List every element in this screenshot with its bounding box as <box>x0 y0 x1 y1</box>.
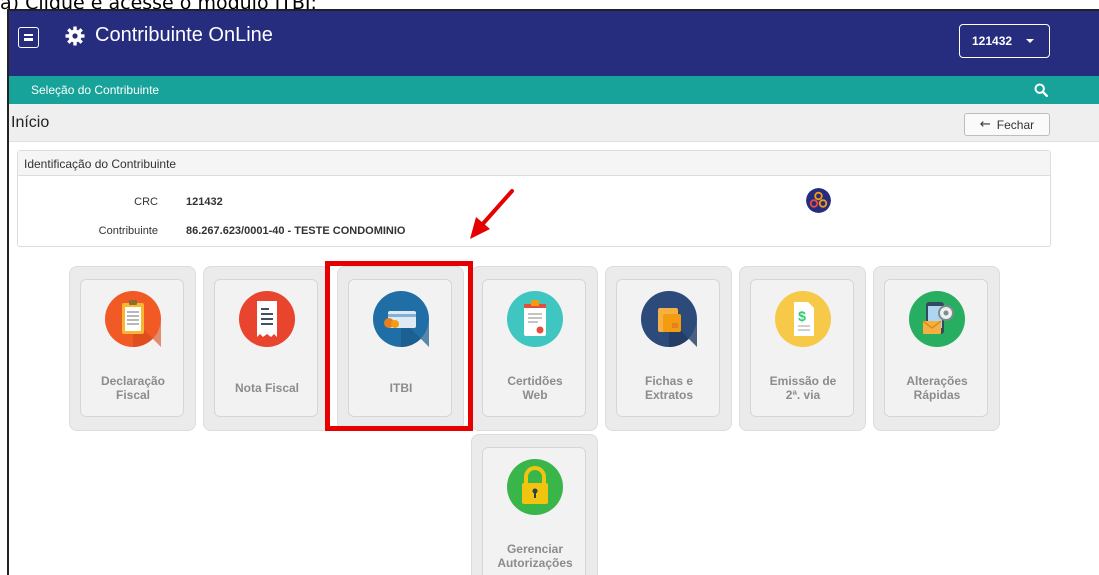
module-label-line2: Fiscal <box>115 388 151 402</box>
module-emissao-2-via[interactable]: $ Emissão de 2ª. via <box>739 266 866 431</box>
taxpayer-identification-panel: Identificação do Contribuinte CRC 121432… <box>17 150 1051 247</box>
module-label-line1: Declaração <box>100 374 166 388</box>
folder-icon <box>641 291 697 347</box>
module-gerenciar-autorizacoes[interactable]: Gerenciar Autorizações <box>471 434 598 575</box>
gear-icon <box>65 26 85 46</box>
taxpayer-value: 86.267.623/0001-40 - TESTE CONDOMINIO <box>186 225 406 237</box>
module-label-line1: Alterações <box>906 374 968 388</box>
user-dropdown[interactable]: 121432 <box>959 24 1050 58</box>
page-title: Início <box>11 114 50 131</box>
lock-icon <box>507 459 563 515</box>
arrow-left-icon: ← <box>979 117 991 132</box>
taxpayer-selection-link[interactable]: Seleção do Contribuinte <box>31 83 159 97</box>
close-button-label: Fechar <box>996 117 1035 132</box>
red-arrow-icon <box>470 189 514 239</box>
svg-text:$: $ <box>798 308 806 324</box>
caret-down-icon <box>1026 39 1035 43</box>
app-title: Contribuinte OnLine <box>95 24 273 46</box>
panel-heading: Identificação do Contribuinte <box>18 151 1050 176</box>
module-label-line1: Nota Fiscal <box>234 381 300 395</box>
module-label-line1: Fichas e <box>644 374 694 388</box>
module-label-line2: Rápidas <box>913 388 961 402</box>
close-button[interactable]: ← Fechar <box>964 113 1050 136</box>
module-label-line1: Certidões <box>507 374 563 388</box>
module-alteracoes-rapidas[interactable]: Alterações Rápidas <box>873 266 1000 431</box>
search-icon[interactable] <box>1034 83 1048 97</box>
crc-value: 121432 <box>186 196 223 208</box>
module-label-line1: Gerenciar <box>506 542 564 556</box>
module-fichas-extratos[interactable]: Fichas e Extratos <box>605 266 732 431</box>
crc-label: CRC <box>134 196 158 208</box>
hamburger-icon[interactable] <box>18 27 39 48</box>
module-label-line2: Extratos <box>644 388 694 402</box>
certificate-icon <box>507 291 563 347</box>
settings-mail-icon <box>909 291 965 347</box>
module-nota-fiscal[interactable]: Nota Fiscal <box>203 266 330 431</box>
module-label-line1: Emissão de <box>769 374 837 388</box>
page-header: Início ← Fechar <box>9 104 1099 142</box>
network-icon[interactable] <box>806 188 831 213</box>
top-navbar: Contribuinte OnLine 121432 <box>9 11 1099 76</box>
user-code: 121432 <box>972 34 1013 48</box>
receipt-icon <box>239 291 295 347</box>
clipboard-icon <box>105 291 161 347</box>
module-label-line2: Web <box>522 388 548 402</box>
module-declaracao-fiscal[interactable]: Declaração Fiscal <box>69 266 196 431</box>
taxpayer-label: Contribuinte <box>98 225 158 237</box>
module-certidoes-web[interactable]: Certidões Web <box>471 266 598 431</box>
app-window: Contribuinte OnLine 121432 Seleção do Co… <box>7 9 1099 575</box>
module-label-line2: Autorizações <box>497 556 573 570</box>
itbi-highlight-box <box>325 261 473 431</box>
module-label-line2: 2ª. via <box>785 388 821 402</box>
document-dollar-icon: $ <box>775 291 831 347</box>
subnav-bar: Seleção do Contribuinte <box>9 76 1099 104</box>
